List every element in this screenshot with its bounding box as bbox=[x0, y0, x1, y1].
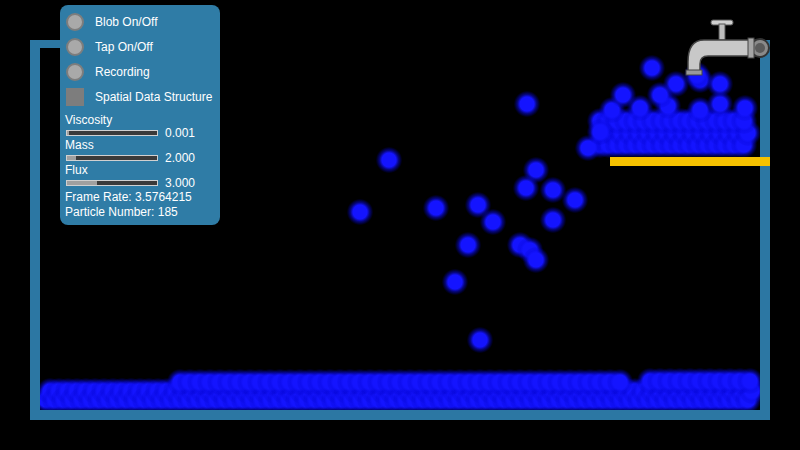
fluid-particle bbox=[540, 207, 566, 233]
fluid-particle bbox=[587, 119, 613, 145]
slider[interactable]: Mass2.000 bbox=[60, 138, 220, 163]
fluid-particle bbox=[467, 327, 493, 353]
toggle-button[interactable] bbox=[66, 38, 84, 56]
slider-group: Viscosity0.001Mass2.000Flux3.000 bbox=[60, 113, 220, 188]
fluid-particle bbox=[455, 232, 481, 258]
wall-cap bbox=[30, 40, 62, 48]
left-wall bbox=[30, 40, 40, 420]
slider-value: 2.000 bbox=[165, 151, 195, 165]
toggle-label: Spatial Data Structure bbox=[95, 90, 212, 104]
fluid-particle bbox=[480, 209, 506, 235]
toggle-button[interactable] bbox=[66, 63, 84, 81]
slider-fill bbox=[67, 156, 76, 160]
control-panel: Blob On/Off Tap On/Off Recording Spatial Da… bbox=[60, 5, 220, 225]
slider[interactable]: Flux3.000 bbox=[60, 163, 220, 188]
slider-label: Flux bbox=[65, 163, 220, 177]
toggle-label: Tap On/Off bbox=[95, 40, 153, 54]
slider-track[interactable] bbox=[66, 180, 158, 186]
simulation-canvas[interactable]: Blob On/Off Tap On/Off Recording Spatial Da… bbox=[0, 0, 800, 450]
faucet-icon[interactable] bbox=[684, 16, 770, 78]
slider-fill bbox=[67, 131, 69, 135]
fluid-particle bbox=[647, 82, 673, 108]
toggle-row[interactable]: Tap On/Off bbox=[60, 34, 220, 59]
fluid-particle bbox=[707, 71, 733, 97]
slider-label: Viscosity bbox=[65, 113, 220, 127]
fluid-particle bbox=[607, 369, 633, 395]
stat-label: Particle Number: bbox=[65, 205, 154, 219]
fluid-particle bbox=[376, 147, 402, 173]
bottom-wall bbox=[30, 410, 770, 420]
toggle-label: Recording bbox=[95, 65, 150, 79]
toggle-label: Blob On/Off bbox=[95, 15, 157, 29]
fluid-particle bbox=[423, 195, 449, 221]
fluid-particle bbox=[513, 175, 539, 201]
stat-value: 185 bbox=[158, 205, 178, 219]
slider-value: 3.000 bbox=[165, 176, 195, 190]
toggle-row[interactable]: Blob On/Off bbox=[60, 9, 220, 34]
fluid-particle bbox=[442, 269, 468, 295]
slider-label: Mass bbox=[65, 138, 220, 152]
fluid-particle bbox=[347, 199, 373, 225]
toggle-row[interactable]: Recording bbox=[60, 59, 220, 84]
stat-value: 3.5764215 bbox=[135, 190, 192, 204]
slider-track[interactable] bbox=[66, 130, 158, 136]
stat-line: Frame Rate: 3.5764215 bbox=[65, 190, 220, 205]
slider-row: 0.001 bbox=[65, 127, 220, 138]
fluid-particle bbox=[514, 91, 540, 117]
stat-label: Frame Rate: bbox=[65, 190, 132, 204]
slider-row: 2.000 bbox=[65, 152, 220, 163]
stat-line: Particle Number: 185 bbox=[65, 205, 220, 220]
slider-track[interactable] bbox=[66, 155, 158, 161]
slider-value: 0.001 bbox=[165, 126, 195, 140]
fluid-particle bbox=[562, 187, 588, 213]
toggle-button[interactable] bbox=[66, 13, 84, 31]
fluid-particle bbox=[523, 247, 549, 273]
stats: Frame Rate: 3.5764215Particle Number: 18… bbox=[60, 190, 220, 220]
checkbox-row[interactable]: Spatial Data Structure bbox=[60, 84, 220, 109]
slider-fill bbox=[67, 181, 97, 185]
slider-row: 3.000 bbox=[65, 177, 220, 188]
slider[interactable]: Viscosity0.001 bbox=[60, 113, 220, 138]
fluid-particle bbox=[639, 55, 665, 81]
ledge bbox=[610, 157, 770, 166]
fluid-particle bbox=[610, 82, 636, 108]
checkbox[interactable] bbox=[66, 88, 84, 106]
right-wall bbox=[760, 40, 770, 420]
fluid-particle bbox=[732, 95, 758, 121]
